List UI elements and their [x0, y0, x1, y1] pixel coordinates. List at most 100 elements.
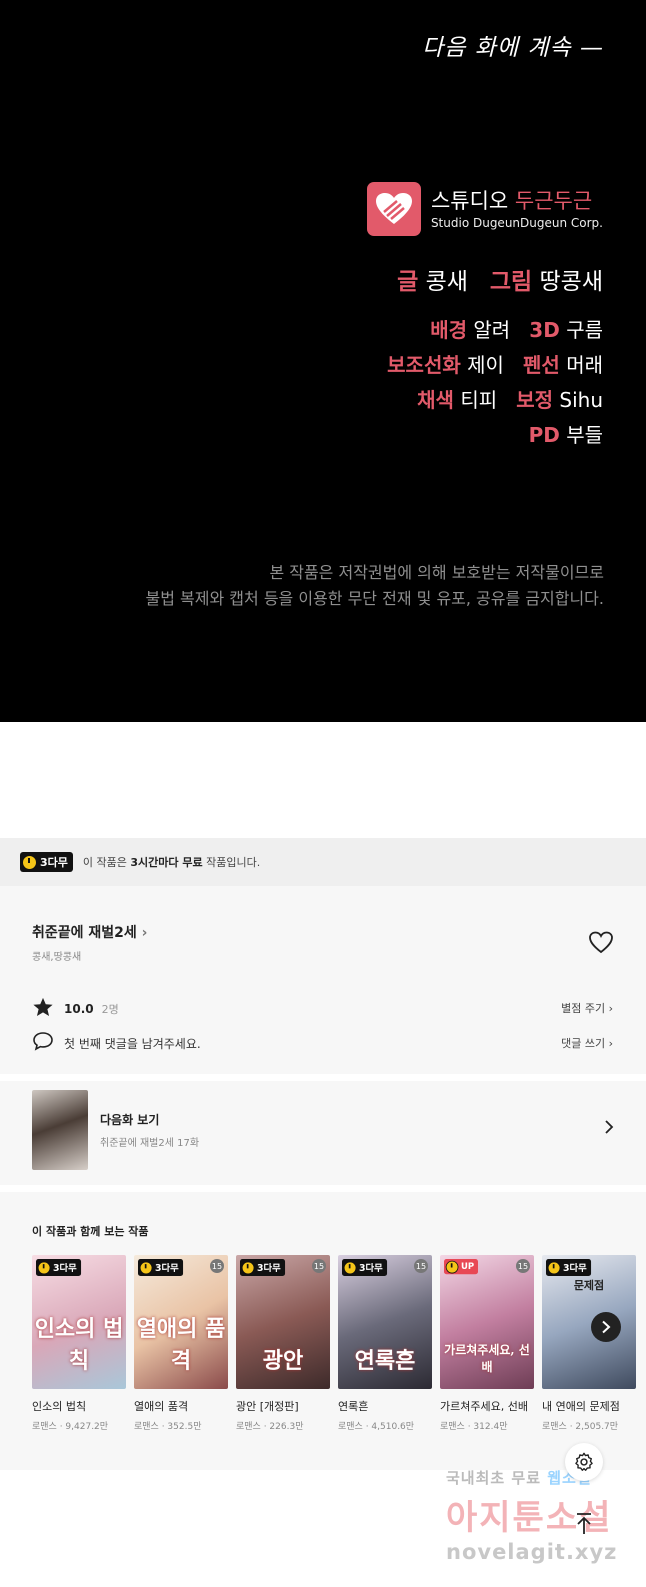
- rating-count: 2명: [101, 1003, 119, 1016]
- copyright-notice-line1: 본 작품은 저작권법에 의해 보호받는 저작물이므로: [269, 563, 604, 582]
- credit-line: 보조선화 제이 펜선 머래: [387, 349, 603, 378]
- credit-person: 알려: [473, 318, 511, 342]
- chevron-right-icon: [604, 1119, 614, 1139]
- clock-icon: [22, 854, 37, 870]
- cover-title-art: 인소의 법칙: [34, 1316, 124, 1374]
- recommend-card[interactable]: 3다무 인소의 법칙 인소의 법칙 로맨스 · 9,427.2만: [32, 1255, 126, 1432]
- credit-role: 그림: [489, 269, 533, 295]
- copyright-notice-line2: 불법 복제와 캡처 등을 이용한 무단 전재 및 유포, 공유를 금지합니다.: [145, 589, 604, 608]
- cover-title-art: 가르쳐주세요, 선배: [444, 1343, 530, 1374]
- rating-value: 10.0: [64, 1002, 94, 1016]
- chevron-right-icon: ›: [141, 925, 148, 941]
- recommend-card[interactable]: 3다무 15 열애의 품격 열애의 품격 로맨스 · 352.5만: [134, 1255, 228, 1432]
- credit-person: 머래: [566, 353, 603, 377]
- 3damu-badge: 3다무: [240, 1259, 285, 1276]
- credit-role: 3D: [529, 318, 560, 342]
- credit-person: 구름: [566, 318, 603, 342]
- clock-icon: [139, 1261, 153, 1274]
- chevron-right-icon: [602, 1320, 611, 1334]
- age-rating-badge: 15: [312, 1259, 326, 1273]
- age-rating-badge: 15: [210, 1259, 224, 1273]
- recommend-card[interactable]: 3다무 문제점 내 연애의 문제점 로맨스 · 2,505.7만: [542, 1255, 636, 1432]
- credit-person: 부들: [566, 423, 603, 447]
- next-episode-title: 다음화 보기: [100, 1113, 160, 1127]
- studio-subname: Studio DugeunDugeun Corp.: [430, 215, 603, 230]
- arrow-up-icon: [577, 1513, 591, 1534]
- write-comment-button[interactable]: 댓글 쓰기 ›: [561, 1035, 613, 1051]
- carousel-next-button[interactable]: [591, 1312, 621, 1342]
- card-cover: 3다무 15 광안: [236, 1255, 330, 1389]
- studio-name: 스튜디오: [430, 188, 515, 213]
- free-every-3h-banner: 3다무 이 작품은 3시간마다 무료 작품입니다.: [0, 838, 646, 886]
- credit-role: 배경: [430, 318, 468, 342]
- banner-text-bold: 3시간마다 무료: [130, 856, 203, 869]
- age-rating-badge: 15: [414, 1259, 428, 1273]
- credit-person: 땅콩새: [539, 269, 603, 295]
- credit-role: 글: [397, 269, 419, 295]
- work-author: 콩새,땅콩새: [32, 952, 82, 963]
- settings-button[interactable]: [565, 1443, 603, 1481]
- clock-icon: [37, 1261, 51, 1274]
- scroll-to-top-button[interactable]: [565, 1505, 603, 1543]
- next-episode-subtitle: 취준끝에 재벌2세 17화: [100, 1138, 200, 1149]
- card-cover: 3다무 15 연록흔: [338, 1255, 432, 1389]
- card-title: 가르쳐주세요, 선배: [440, 1400, 528, 1413]
- credit-line-main: 글 콩새 그림 땅콩새: [397, 262, 603, 296]
- age-rating-badge: 15: [516, 1259, 530, 1273]
- recommend-card[interactable]: UP 15 가르쳐주세요, 선배 가르쳐주세요, 선배 로맨스 · 312.4만: [440, 1255, 534, 1432]
- credit-person: 티피: [460, 388, 498, 412]
- recommend-carousel: 3다무 인소의 법칙 인소의 법칙 로맨스 · 9,427.2만 3다무 15 …: [32, 1255, 644, 1432]
- comment-prompt[interactable]: 첫 번째 댓글을 남겨주세요.: [32, 1031, 201, 1055]
- 3damu-badge: 3다무: [138, 1259, 183, 1276]
- card-meta: 로맨스 · 312.4만: [440, 1422, 508, 1432]
- clock-icon: [241, 1261, 255, 1274]
- card-title: 광안 [개정판]: [236, 1400, 299, 1413]
- recommend-card[interactable]: 3다무 15 연록흔 연록흔 로맨스 · 4,510.6만: [338, 1255, 432, 1432]
- 3damu-badge: 3다무: [342, 1259, 387, 1276]
- recommend-section: 이 작품과 함께 보는 작품 3다무 인소의 법칙 인소의 법칙 로맨스 · 9…: [0, 1192, 646, 1470]
- credit-line: 배경 알려 3D 구름: [430, 314, 603, 343]
- watermark-domain: novelagit.xyz: [446, 1540, 618, 1564]
- credit-line: 채색 티피 보정 Sihu: [417, 384, 603, 413]
- card-cover: 3다무 15 열애의 품격: [134, 1255, 228, 1389]
- card-meta: 로맨스 · 4,510.6만: [338, 1422, 415, 1432]
- recommend-card[interactable]: 3다무 15 광안 광안 [개정판] 로맨스 · 226.3만: [236, 1255, 330, 1432]
- card-cover: 3다무 문제점: [542, 1255, 636, 1389]
- card-meta: 로맨스 · 9,427.2만: [32, 1422, 109, 1432]
- credit-role: 채색: [417, 388, 454, 412]
- cover-title-art: 열애의 품격: [136, 1316, 226, 1374]
- comment-placeholder: 첫 번째 댓글을 남겨주세요.: [64, 1036, 201, 1051]
- 3damu-badge: 3다무: [36, 1259, 81, 1276]
- chevron-right-icon: ›: [608, 1037, 613, 1050]
- work-title-link[interactable]: 취준끝에 재벌2세 ›: [32, 922, 147, 942]
- clock-icon: [547, 1261, 561, 1274]
- cover-title-art: 광안: [262, 1348, 304, 1374]
- clock-icon: [445, 1260, 459, 1274]
- card-meta: 로맨스 · 226.3만: [236, 1422, 304, 1432]
- banner-text-prefix: 이 작품은: [82, 856, 131, 869]
- card-title: 내 연애의 문제점: [542, 1400, 620, 1413]
- credit-person: 콩새: [425, 269, 468, 295]
- 3damu-badge: 3다무: [546, 1259, 591, 1276]
- studio-credit: 스튜디오 두근두근 Studio DugeunDugeun Corp.: [366, 182, 603, 236]
- rate-button[interactable]: 별점 주기 ›: [561, 1000, 613, 1016]
- credit-line: PD 부들: [529, 419, 603, 448]
- credit-person: Sihu: [559, 388, 603, 412]
- credit-role: 펜선: [523, 353, 560, 377]
- next-episode-thumbnail: [32, 1090, 88, 1170]
- chevron-right-icon: ›: [608, 1002, 613, 1015]
- comic-end-panel: 다음 화에 계속 — 스튜디오 두근두근 Studio DugeunDugeun…: [0, 0, 646, 722]
- banner-text-suffix: 작품입니다.: [202, 856, 261, 869]
- credit-role: PD: [528, 423, 560, 447]
- studio-name-accent: 두근두근: [514, 188, 593, 213]
- rating-row: 10.0 2명: [32, 996, 119, 1022]
- studio-heart-logo-icon: [366, 182, 421, 236]
- card-meta: 로맨스 · 352.5만: [134, 1422, 202, 1432]
- credit-person: 제이: [467, 353, 504, 377]
- cover-title-art: 문제점: [573, 1279, 605, 1292]
- star-icon: [32, 996, 54, 1022]
- like-heart-icon[interactable]: [588, 930, 614, 956]
- next-episode-row[interactable]: 다음화 보기 취준끝에 재벌2세 17화: [0, 1081, 646, 1185]
- speech-bubble-icon: [32, 1031, 54, 1055]
- up-badge: UP: [444, 1259, 479, 1275]
